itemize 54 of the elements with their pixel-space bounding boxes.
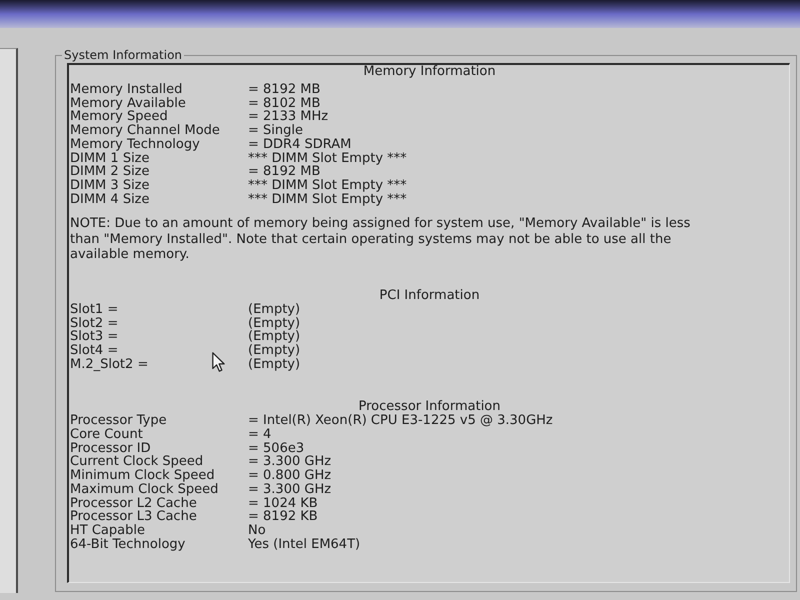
field-label: Slot4 = <box>70 344 118 358</box>
field-label: Slot2 = <box>70 316 118 330</box>
field-value: = DDR4 SDRAM <box>248 138 352 152</box>
field-label: Memory Speed <box>70 110 168 124</box>
group-legend: System Information <box>62 48 184 62</box>
field-label: DIMM 2 Size <box>70 165 150 179</box>
field-label: Memory Available <box>70 96 186 110</box>
field-value: = 4 <box>248 428 272 442</box>
field-value: (Empty) <box>248 358 300 372</box>
field-value: (Empty) <box>248 302 300 317</box>
section-heading: Processor Information <box>358 400 500 414</box>
field-value: = Intel(R) Xeon(R) CPU E3-1225 v5 @ 3.30GHz <box>248 414 553 428</box>
field-label: Minimum Clock Speed <box>70 469 215 483</box>
field-label: Slot3 = <box>70 330 118 344</box>
field-label: DIMM 3 Size <box>70 178 150 193</box>
field-value: = 506e3 <box>248 442 304 456</box>
field-value: = 8192 MB <box>248 83 320 97</box>
field-value: (Empty) <box>248 330 300 344</box>
field-value: *** DIMM Slot Empty *** <box>248 152 407 166</box>
field-value: = 3.300 GHz <box>248 455 332 470</box>
mouse-pointer-icon <box>212 352 225 372</box>
field-label: Memory Channel Mode <box>70 124 220 138</box>
field-label: Processor L3 Cache <box>70 510 197 524</box>
field-value: (Empty) <box>248 344 300 358</box>
field-value: *** DIMM Slot Empty *** <box>248 178 407 193</box>
field-value: = 0.800 GHz <box>248 469 332 483</box>
field-label: Processor Type <box>70 414 167 428</box>
field-value: = 8192 KB <box>248 510 318 524</box>
field-label: Maximum Clock Speed <box>70 482 218 497</box>
field-label: DIMM 1 Size <box>70 152 150 166</box>
field-value: = 3.300 GHz <box>248 482 332 497</box>
section-heading: PCI Information <box>378 288 481 303</box>
field-label: Processor ID <box>70 442 151 456</box>
field-label: Memory Technology <box>70 138 200 152</box>
field-label: Core Count <box>70 428 143 442</box>
field-value: = 8192 MB <box>248 165 320 179</box>
field-label: Memory Installed <box>70 83 182 97</box>
field-label: DIMM 4 Size <box>70 192 150 206</box>
field-value: *** DIMM Slot Empty *** <box>248 192 407 206</box>
field-value: (Empty) <box>248 316 300 330</box>
field-value: = 8102 MB <box>248 96 320 110</box>
field-label: Current Clock Speed <box>70 455 204 470</box>
field-label: Processor L2 Cache <box>70 496 197 510</box>
field-label: HT Capable <box>70 524 145 538</box>
field-value: = 1024 KB <box>248 496 318 510</box>
field-value: = 2133 MHz <box>248 110 328 124</box>
field-value: = Single <box>248 124 303 138</box>
section-heading: Memory Information <box>362 65 497 79</box>
field-value: No <box>248 524 266 538</box>
field-value: Yes (Intel EM64T) <box>248 538 360 552</box>
memory-note: NOTE: Due to an amount of memory being assigned for system use, "Memory Available" is less than "Memory Installed". Note that certain operating systems may not be able to use all the available memory. <box>70 216 692 263</box>
field-label: Slot1 = <box>70 302 118 317</box>
field-label: M.2_Slot2 = <box>70 358 148 372</box>
field-label: 64-Bit Technology <box>70 538 186 552</box>
